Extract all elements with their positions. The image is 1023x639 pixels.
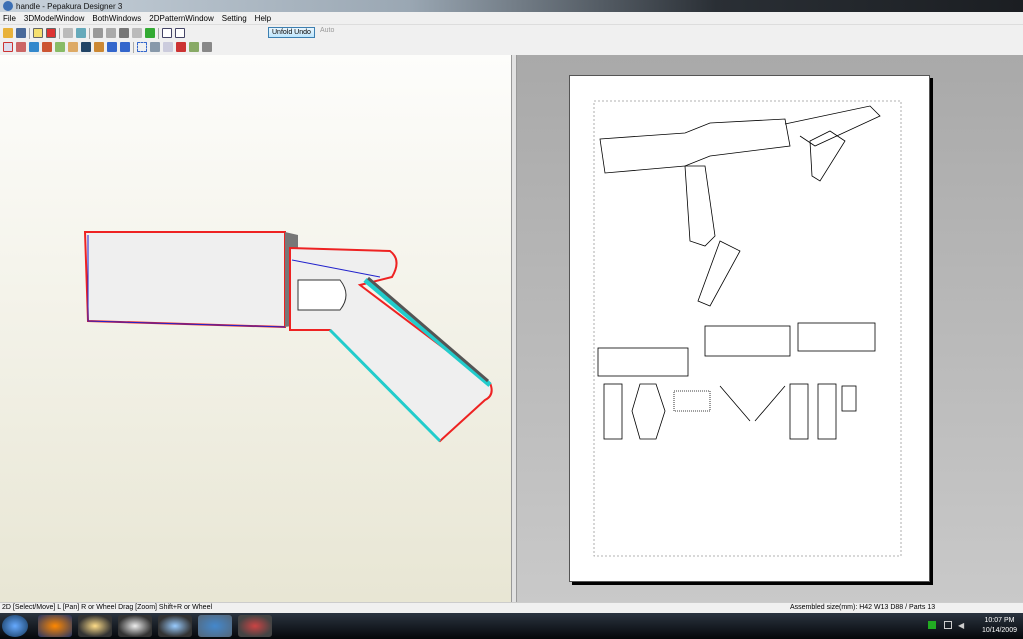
clock-date: 10/14/2009: [981, 627, 1017, 634]
calendar-icon[interactable]: [118, 615, 152, 637]
start-button[interactable]: [2, 615, 28, 637]
select-move-icon[interactable]: [3, 42, 13, 52]
move-part-icon[interactable]: [94, 42, 104, 52]
status-bar: 2D [Select/Move] L [Pan] R or Wheel Drag…: [0, 602, 1023, 613]
edge-icon[interactable]: [81, 42, 91, 52]
print-icon[interactable]: [202, 42, 212, 52]
save-icon[interactable]: [16, 28, 26, 38]
join-icon[interactable]: [55, 42, 65, 52]
3d-model-view[interactable]: [0, 55, 511, 602]
network-icon[interactable]: [944, 621, 952, 629]
explorer-icon[interactable]: [78, 615, 112, 637]
2d-pattern-view[interactable]: [517, 55, 1023, 602]
image-icon[interactable]: [189, 42, 199, 52]
menu-help[interactable]: Help: [255, 14, 271, 23]
box-icon[interactable]: [76, 28, 86, 38]
page-icon[interactable]: [163, 42, 173, 52]
color-cube-icon[interactable]: [46, 28, 56, 38]
app-icon: [3, 1, 13, 11]
panel-icon[interactable]: [132, 28, 142, 38]
taskbar: ◀ 10:07 PM 10/14/2009: [0, 613, 1023, 639]
dual-window-icon[interactable]: [175, 28, 185, 38]
3d-model: [83, 231, 493, 443]
pencil-icon[interactable]: [93, 28, 103, 38]
rotate-left-icon[interactable]: [107, 42, 117, 52]
paint-icon[interactable]: [238, 615, 272, 637]
toolbar-bottom: [0, 40, 215, 54]
auto-checkbox[interactable]: Auto: [320, 27, 334, 34]
edit-icon[interactable]: [42, 42, 52, 52]
fit-icon[interactable]: [137, 42, 147, 52]
cylinder-icon[interactable]: [106, 28, 116, 38]
firefox-icon[interactable]: [38, 615, 72, 637]
title-bar: handle - Pepakura Designer 3: [0, 0, 1023, 12]
anchor-icon[interactable]: [119, 28, 129, 38]
single-window-icon[interactable]: [162, 28, 172, 38]
open-icon[interactable]: [3, 28, 13, 38]
clock[interactable]: 10:07 PM 10/14/2009: [982, 616, 1017, 636]
tray-icon[interactable]: [928, 621, 936, 629]
pattern-parts: [593, 100, 902, 557]
select-icon[interactable]: [145, 28, 155, 38]
status-mode-hint: 2D [Select/Move] L [Pan] R or Wheel Drag…: [2, 604, 213, 611]
clock-time: 10:07 PM: [984, 617, 1015, 624]
paper-sheet: [569, 75, 930, 582]
volume-icon[interactable]: ◀: [958, 621, 964, 630]
layout-icon[interactable]: [176, 42, 186, 52]
arrange-icon[interactable]: [150, 42, 160, 52]
toolbar-top: [0, 26, 188, 40]
menu-setting[interactable]: Setting: [222, 14, 247, 23]
menu-3dmodelwindow[interactable]: 3DModelWindow: [24, 14, 84, 23]
itunes-icon[interactable]: [158, 615, 192, 637]
pepakura-task-icon[interactable]: [198, 615, 232, 637]
menu-file[interactable]: File: [3, 14, 16, 23]
scissors-icon[interactable]: [16, 42, 26, 52]
rotate-right-icon[interactable]: [120, 42, 130, 52]
light-icon[interactable]: [33, 28, 43, 38]
status-assembled-size: Assembled size(mm): H42 W13 D88 / Parts …: [790, 604, 936, 611]
menu-bothwindows[interactable]: BothWindows: [92, 14, 141, 23]
menu-2dpatternwindow[interactable]: 2DPatternWindow: [149, 14, 213, 23]
rotate-icon[interactable]: [63, 28, 73, 38]
menu-bar: File 3DModelWindow BothWindows 2DPattern…: [0, 12, 1023, 25]
window-icon[interactable]: [29, 42, 39, 52]
window-title: handle - Pepakura Designer 3: [16, 1, 123, 11]
flap-icon[interactable]: [68, 42, 78, 52]
unfold-undo-button[interactable]: Unfold Undo: [268, 27, 315, 38]
